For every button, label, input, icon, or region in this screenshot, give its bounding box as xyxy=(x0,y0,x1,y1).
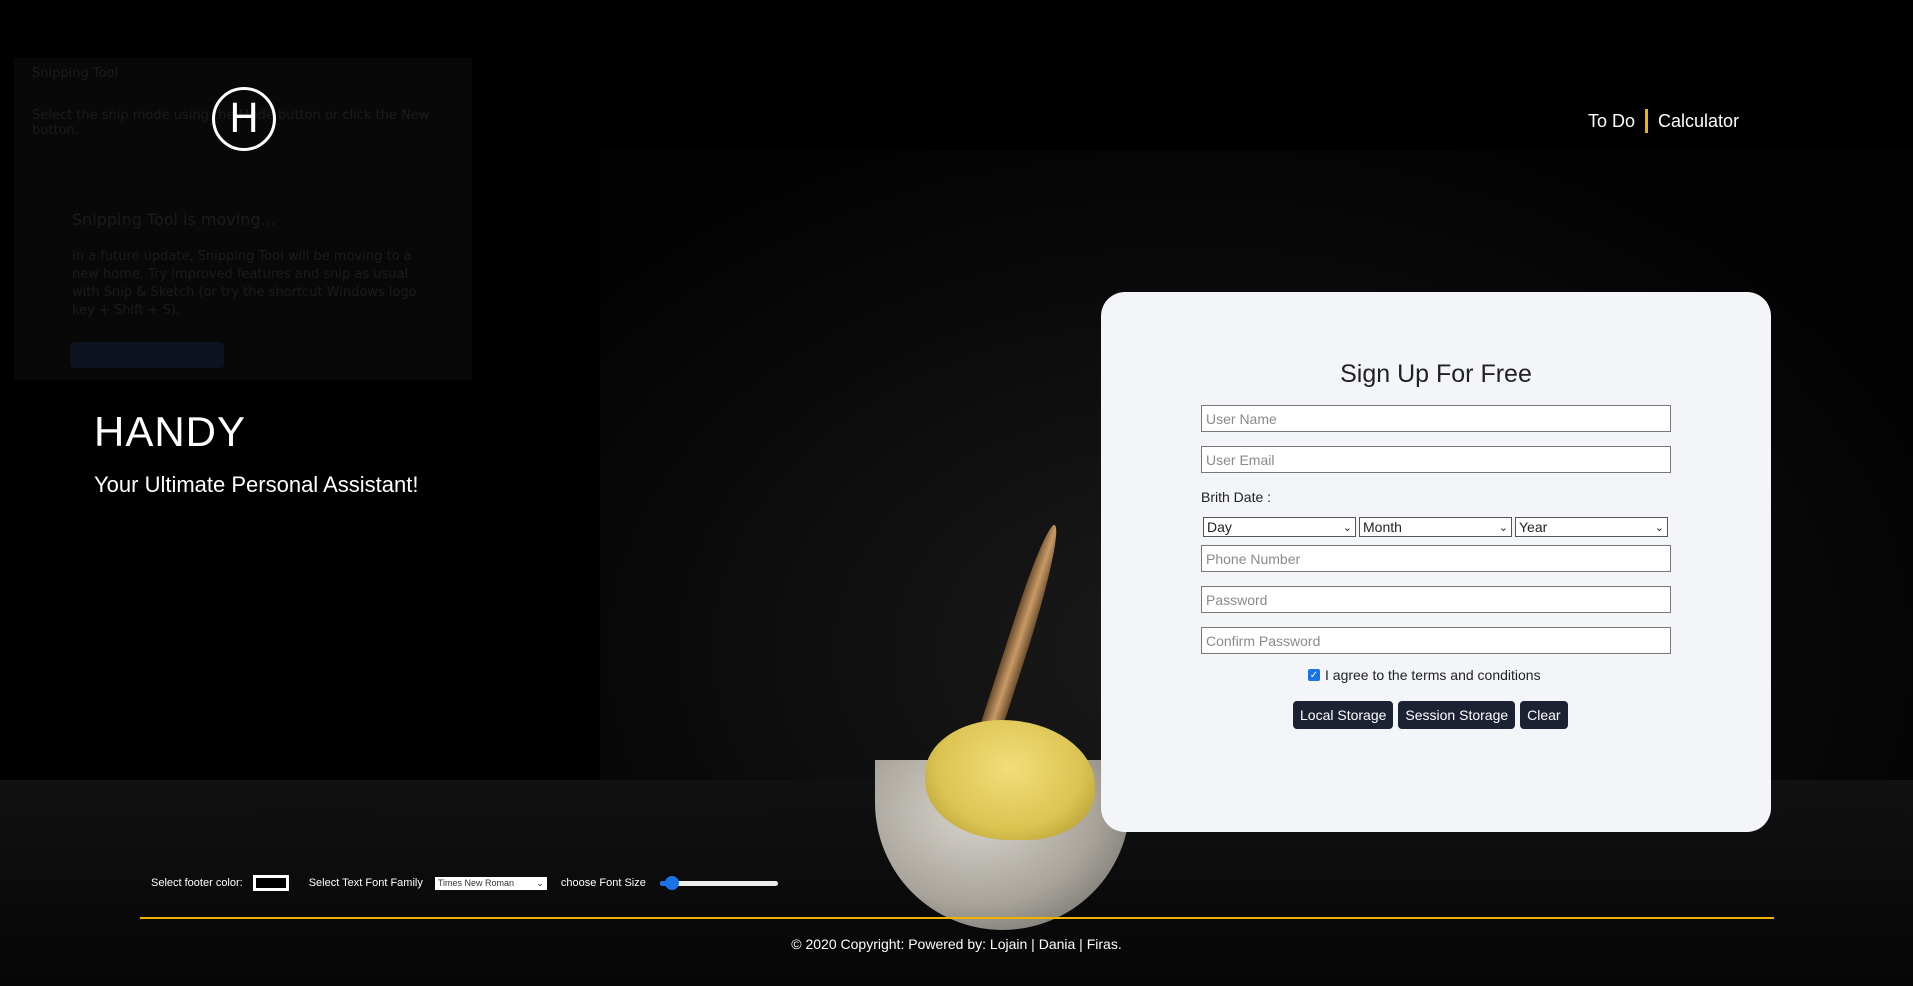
top-nav: To Do Calculator xyxy=(1588,109,1739,133)
year-select[interactable]: Year ⌄ xyxy=(1515,517,1668,537)
hero-subtitle: Your Ultimate Personal Assistant! xyxy=(94,472,419,497)
font-size-slider[interactable] xyxy=(659,876,778,890)
snipping-tool-title: Snipping Tool xyxy=(32,66,119,81)
email-input[interactable] xyxy=(1201,446,1671,473)
hero-title: HANDY xyxy=(94,408,247,455)
logo-icon: H xyxy=(228,96,260,142)
username-input[interactable] xyxy=(1201,405,1671,432)
slider-thumb[interactable] xyxy=(665,876,680,890)
nav-link-calculator[interactable]: Calculator xyxy=(1658,111,1739,132)
clear-button[interactable]: Clear xyxy=(1520,701,1568,729)
month-select[interactable]: Month ⌄ xyxy=(1359,517,1512,537)
confirm-password-input[interactable] xyxy=(1201,627,1671,654)
footer-copyright: © 2020 Copyright: Powered by: Lojain | D… xyxy=(791,936,1122,952)
signup-title: Sign Up For Free xyxy=(1340,360,1532,388)
nav-separator xyxy=(1645,109,1649,133)
birth-date-label: Brith Date : xyxy=(1201,489,1272,505)
local-storage-button[interactable]: Local Storage xyxy=(1293,701,1394,729)
month-select-value: Month xyxy=(1363,519,1402,535)
phone-input[interactable] xyxy=(1201,545,1671,572)
chevron-down-icon: ⌄ xyxy=(1342,521,1352,534)
snipping-tool-notice-title: Snipping Tool is moving... xyxy=(72,210,276,229)
session-storage-button[interactable]: Session Storage xyxy=(1398,701,1516,729)
snipping-tool-try-button xyxy=(70,342,224,368)
footer-divider xyxy=(140,917,1774,919)
handy-logo[interactable]: H xyxy=(212,87,276,151)
birth-date-selects: Day ⌄ Month ⌄ Year ⌄ xyxy=(1203,517,1668,537)
footer-controls: Select footer color: Select Text Font Fa… xyxy=(151,875,778,891)
chevron-down-icon: ⌄ xyxy=(536,877,544,888)
terms-checkbox[interactable]: ✓ xyxy=(1308,669,1320,681)
footer-color-picker[interactable] xyxy=(252,875,289,891)
day-select[interactable]: Day ⌄ xyxy=(1203,517,1356,537)
footer-color-label: Select footer color: xyxy=(151,877,243,889)
day-select-value: Day xyxy=(1207,519,1232,535)
font-family-label: Select Text Font Family xyxy=(308,877,423,889)
password-input[interactable] xyxy=(1201,586,1671,613)
terms-label: I agree to the terms and conditions xyxy=(1325,667,1541,683)
font-family-select[interactable]: Times New Roman ⌄ xyxy=(434,876,547,890)
nav-link-todo[interactable]: To Do xyxy=(1588,111,1635,132)
snipping-tool-notice-body: In a future update, Snipping Tool will b… xyxy=(72,249,417,318)
font-size-label: choose Font Size xyxy=(560,877,646,889)
chevron-down-icon: ⌄ xyxy=(1654,521,1664,534)
terms-row: ✓ I agree to the terms and conditions xyxy=(1308,667,1541,683)
storage-buttons: Local Storage Session Storage Clear xyxy=(1293,701,1568,729)
signup-card: Sign Up For Free Brith Date : Day ⌄ Month… xyxy=(1101,292,1771,832)
font-family-select-value: Times New Roman xyxy=(437,878,515,888)
year-select-value: Year xyxy=(1519,519,1548,535)
chevron-down-icon: ⌄ xyxy=(1498,521,1508,534)
